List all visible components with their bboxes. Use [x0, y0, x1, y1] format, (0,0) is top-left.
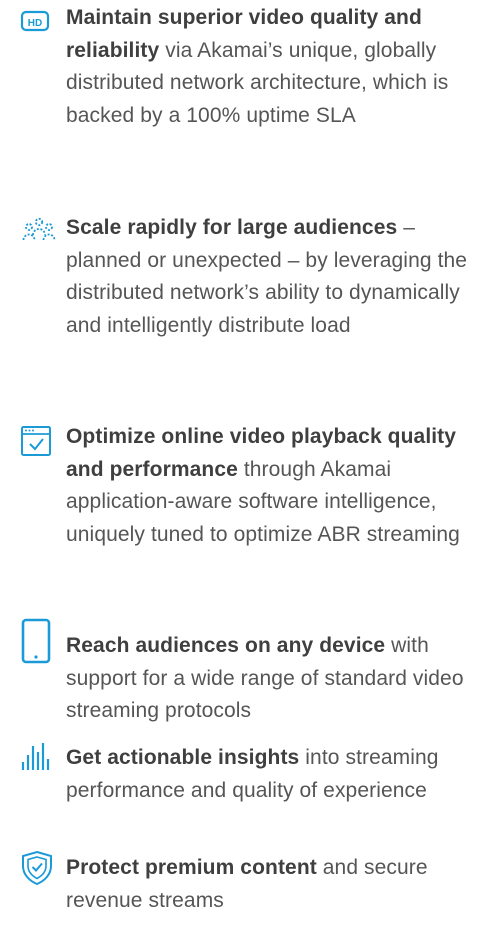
benefit-lead: Get actionable insights — [66, 746, 300, 769]
hd-icon: HD — [20, 8, 60, 48]
browser-check-icon — [20, 425, 60, 465]
benefit-text: Reach audiences on any device with suppo… — [66, 630, 478, 728]
shield-check-icon — [20, 850, 60, 890]
benefit-text: Protect premium content and secure reven… — [66, 852, 478, 917]
bar-chart-icon — [20, 742, 60, 782]
benefit-text: Optimize online video playback quality a… — [66, 421, 478, 551]
benefit-text: Scale rapidly for large audiences – plan… — [66, 212, 478, 342]
benefits-list: HD Maintain superior video quality and r… — [0, 0, 492, 932]
benefit-lead: Reach audiences on any device — [66, 634, 386, 657]
audience-icon — [20, 216, 60, 256]
benefit-text: Get actionable insights into streaming p… — [66, 742, 478, 807]
mobile-device-icon — [20, 618, 60, 666]
benefit-lead: Scale rapidly for large audiences — [66, 216, 398, 239]
benefit-text: Maintain superior video quality and reli… — [66, 2, 478, 132]
benefit-lead: Protect premium content — [66, 856, 317, 879]
svg-text:HD: HD — [28, 18, 42, 29]
